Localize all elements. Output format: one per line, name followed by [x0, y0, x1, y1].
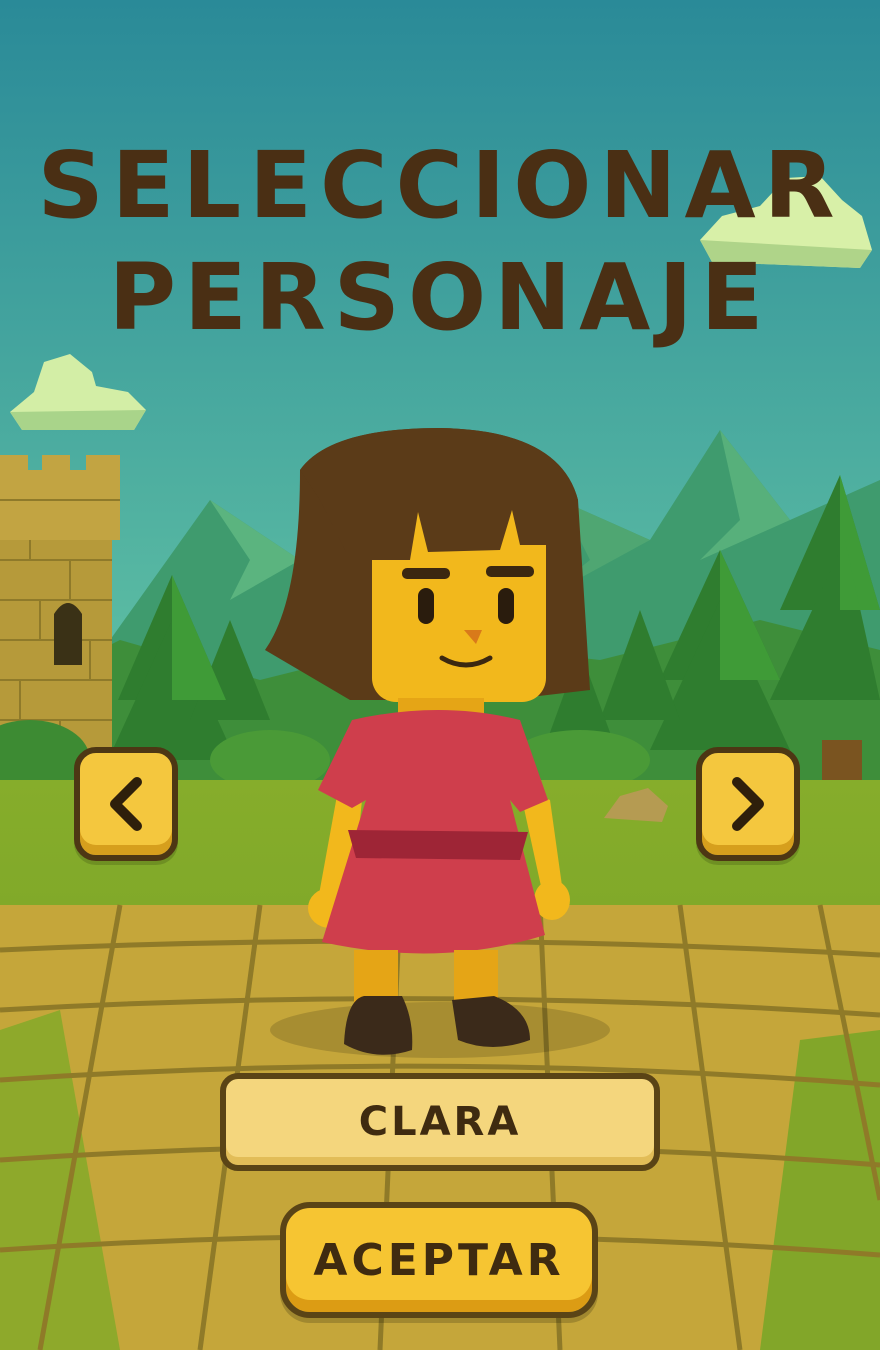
- next-character-button[interactable]: [696, 747, 800, 861]
- accept-button[interactable]: ACEPTAR: [280, 1202, 598, 1318]
- character-select-screen: SELECCIONAR PERSONAJE CLARA ACEPTAR: [0, 0, 880, 1350]
- chevron-right-icon: [732, 777, 764, 831]
- previous-character-button[interactable]: [74, 747, 178, 861]
- screen-title-line-2: PERSONAJE: [108, 244, 772, 351]
- character-name-plate: CLARA: [220, 1073, 660, 1171]
- screen-title-line-1: SELECCIONAR: [37, 132, 843, 239]
- chevron-left-icon: [110, 777, 142, 831]
- castle-tower: [0, 455, 120, 760]
